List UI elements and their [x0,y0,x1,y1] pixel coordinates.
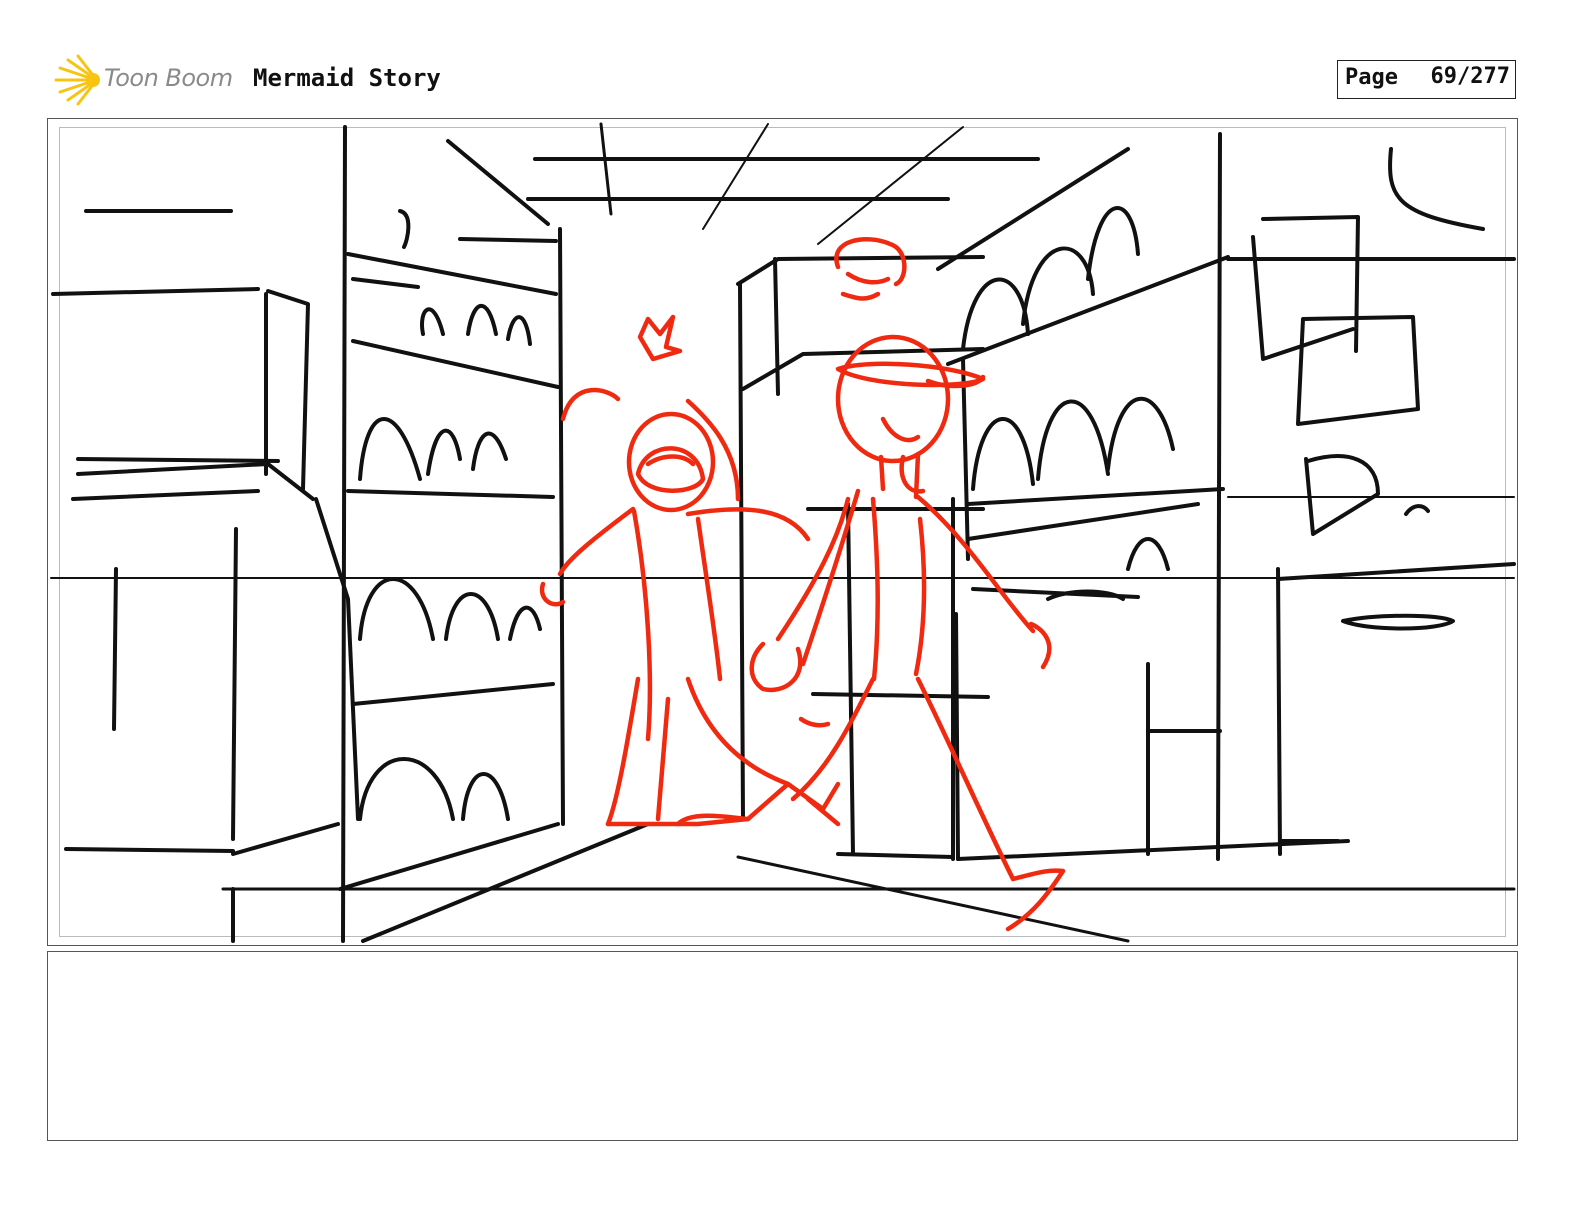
storyboard-panel [47,118,1518,946]
panel-sketch [50,122,1516,943]
background-sketch [50,122,1516,943]
page-number: 69/277 [1430,64,1510,89]
project-title: Mermaid Story [253,64,441,92]
page-label: Page [1345,65,1398,90]
page-indicator: Page 69/277 [1337,60,1516,99]
storyboard-header: Toon Boom Mermaid Story Page 69/277 [0,0,1584,110]
character-sketch [539,237,1066,932]
panel-notes-box [47,951,1518,1141]
logo-text: Toon Boom [104,64,233,92]
